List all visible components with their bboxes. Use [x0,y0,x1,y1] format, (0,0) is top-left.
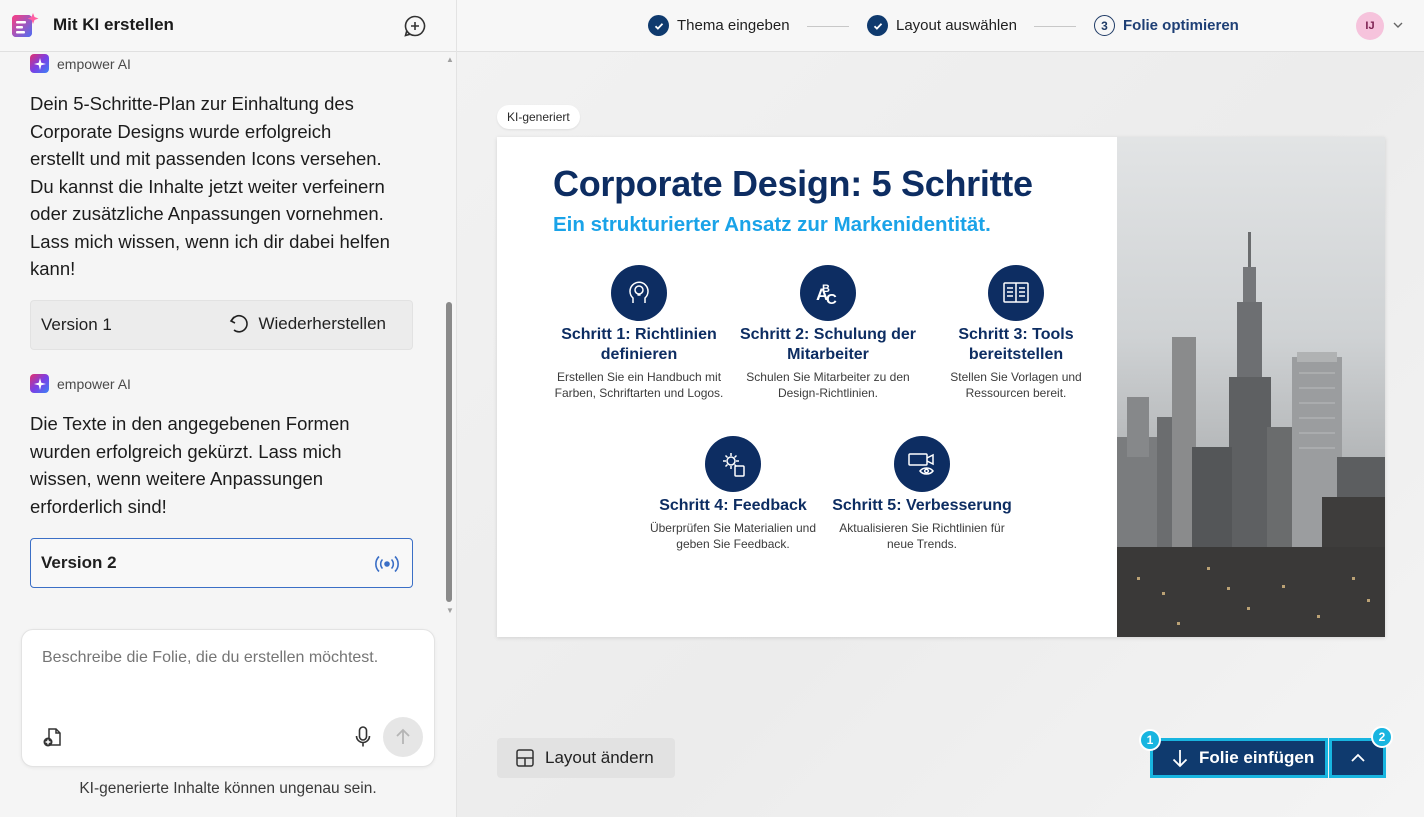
version-card-1[interactable]: Version 1 Wiederherstellen [30,300,413,350]
step-item-5: Schritt 5: Verbesserung Aktualisieren Si… [827,436,1017,552]
open-book-icon [988,265,1044,321]
chat-panel: Mit KI erstellen empower AI Dein 5-Schri… [0,0,457,817]
abc-training-icon: A C B [800,265,856,321]
layout-icon [516,749,534,767]
undo-icon [230,315,249,333]
check-icon [867,15,888,36]
app-logo-icon [12,13,39,37]
annotation-badge-2: 2 [1371,726,1393,748]
step-layout-auswaehlen[interactable]: Layout auswählen [867,15,1017,36]
step-item-3: Schritt 3: Tools bereitstellen Stellen S… [921,265,1111,401]
ai-message: Dein 5-Schritte-Plan zur Einhaltung des … [30,93,390,279]
annotation-badge-1: 1 [1139,729,1161,751]
version-card-2[interactable]: Version 2 [30,538,413,588]
panel-title: Mit KI erstellen [53,15,174,34]
version-label: Version 2 [41,553,117,572]
insert-slide-button[interactable]: Folie einfügen [1150,738,1328,778]
slide-preview[interactable]: Corporate Design: 5 Schritte Ein struktu… [497,137,1385,637]
send-button[interactable] [383,717,423,757]
slide-title: Corporate Design: 5 Schritte [553,163,1033,204]
change-layout-button[interactable]: Layout ändern [497,738,675,778]
attach-file-icon[interactable] [42,726,64,748]
chevron-down-icon[interactable] [1392,19,1404,31]
prompt-box [21,629,435,767]
step-number: 3 [1094,15,1115,36]
empower-ai-icon [30,374,49,393]
scrollbar-thumb[interactable] [446,302,452,602]
scroll-down-arrow[interactable]: ▼ [445,606,455,615]
empower-ai-icon [30,54,49,73]
ai-generated-badge: KI-generiert [497,105,580,129]
slide-workspace: Thema eingeben Layout auswählen 3 Folie … [457,0,1424,817]
sender-label: empower AI [30,54,131,73]
city-skyline-image [1117,137,1385,637]
chat-panel-header: Mit KI erstellen [0,0,456,52]
version-label: Version 1 [41,315,112,334]
step-connector [1034,26,1076,27]
ai-disclaimer: KI-generierte Inhalte können ungenau sei… [79,780,377,797]
prompt-input[interactable] [42,649,422,667]
step-connector [807,26,849,27]
step-item-1: Schritt 1: Richtlinien definieren Erstel… [544,265,734,401]
stepper-bar: Thema eingeben Layout auswählen 3 Folie … [457,0,1424,52]
svg-text:B: B [822,283,830,295]
arrow-up-icon [396,728,410,744]
slide-subtitle: Ein strukturierter Ansatz zur Markeniden… [553,213,991,236]
chat-history: empower AI Dein 5-Schritte-Plan zur Einh… [0,52,444,618]
broadcast-icon [375,555,399,573]
step-item-4: Schritt 4: Feedback Überprüfen Sie Mater… [638,436,828,552]
scroll-up-arrow[interactable]: ▲ [445,55,455,64]
step-item-2: A C B Schritt 2: Schulung der Mitarbeite… [733,265,923,401]
step-thema-eingeben[interactable]: Thema eingeben [648,15,790,36]
avatar[interactable]: IJ [1356,12,1384,40]
ai-message: Die Texte in den angegebenen Formen wurd… [30,413,350,517]
gear-document-icon [705,436,761,492]
chevron-up-icon [1350,753,1365,762]
microphone-icon[interactable] [353,725,373,749]
sender-label: empower AI [30,374,131,393]
monitor-eye-icon [894,436,950,492]
arrow-down-icon [1172,750,1188,768]
restore-button[interactable]: Wiederherstellen [228,313,386,335]
new-chat-icon[interactable] [403,14,427,38]
check-icon [648,15,669,36]
step-folie-optimieren[interactable]: 3 Folie optimieren [1094,15,1239,36]
lightbulb-head-icon [611,265,667,321]
